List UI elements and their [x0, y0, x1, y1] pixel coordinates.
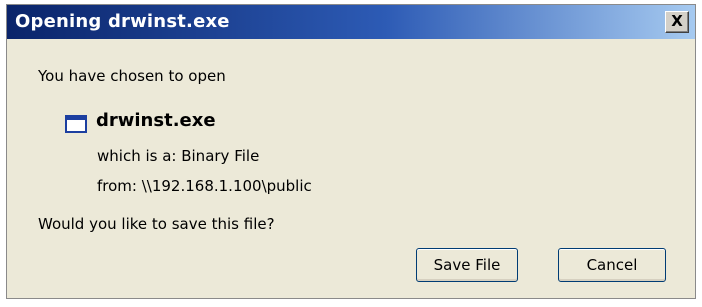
open-prompt: You have chosen to open	[38, 67, 226, 85]
save-question: Would you like to save this file?	[38, 215, 275, 233]
file-source-line: from: \\192.168.1.100\public	[97, 177, 312, 195]
title-bar[interactable]: Opening drwinst.exe X	[7, 5, 695, 39]
file-name: drwinst.exe	[96, 110, 216, 131]
file-type-line: which is a: Binary File	[97, 147, 260, 165]
window-title: Opening drwinst.exe	[15, 11, 230, 32]
save-file-button[interactable]: Save File	[416, 248, 518, 282]
close-icon: X	[671, 12, 683, 30]
application-window-icon	[65, 115, 87, 133]
close-button[interactable]: X	[665, 11, 689, 33]
cancel-button[interactable]: Cancel	[558, 248, 666, 282]
download-dialog: Opening drwinst.exe X You have chosen to…	[6, 4, 696, 299]
